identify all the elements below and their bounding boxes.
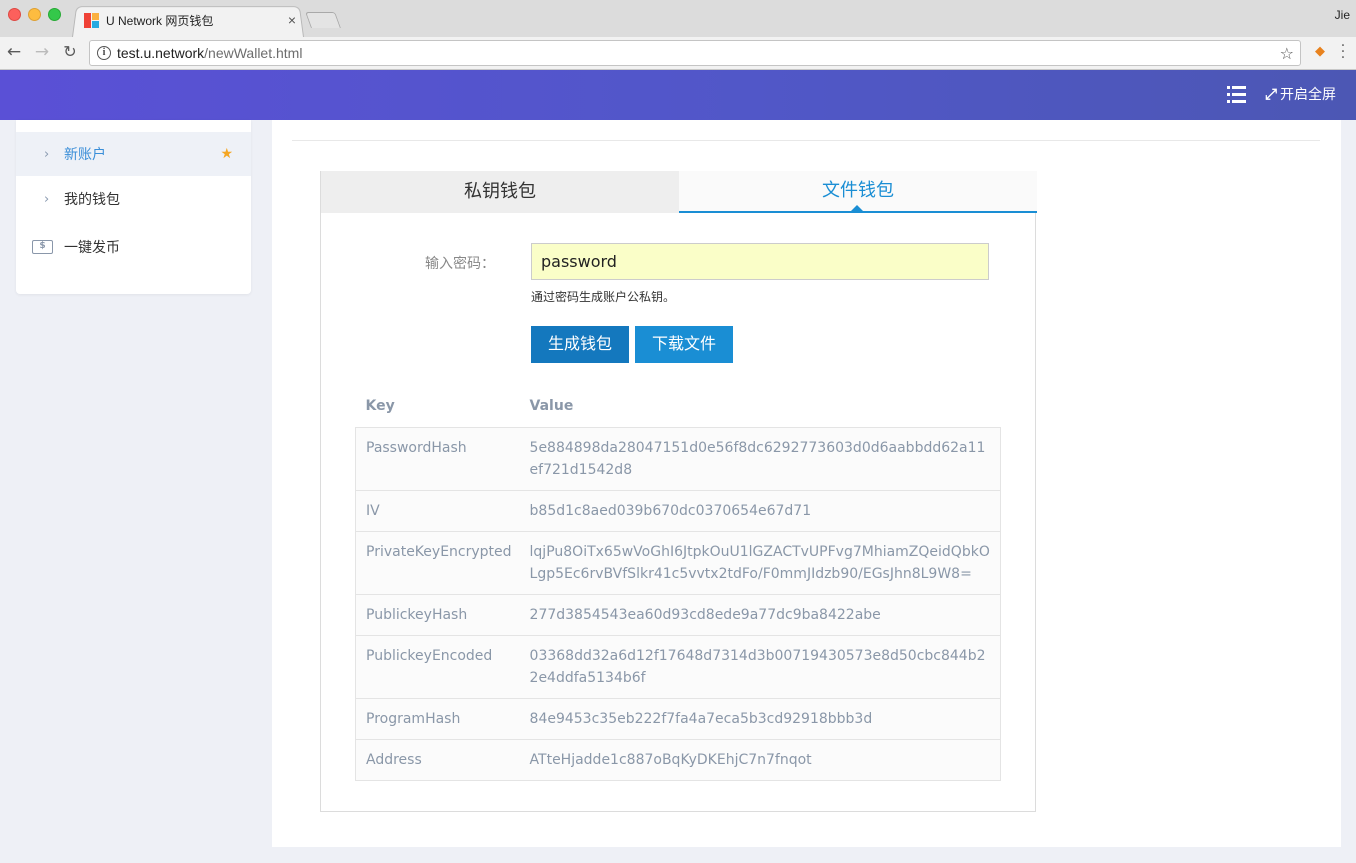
table-row: PublickeyHash 277d3854543ea60d93cd8ede9a… [354, 593, 1001, 636]
divider [292, 140, 1320, 141]
wallet-panel: 私钥钱包 文件钱包 输入密码： 通过密码生成账户公私钥。 生成钱包 下载文件 K… [320, 171, 1037, 812]
new-tab-button[interactable] [305, 12, 341, 28]
close-window-button[interactable] [8, 8, 21, 21]
reload-icon[interactable]: ↻ [59, 41, 81, 63]
column-header-value: Value [529, 397, 574, 414]
sidebar: › 新账户 ★ › 我的钱包 $ 一键发币 [16, 120, 251, 294]
sidebar-item-label: 新账户 [64, 147, 106, 163]
table-row: PasswordHash 5e884898da28047151d0e56f8dc… [354, 426, 1001, 491]
row-key: PublickeyHash [354, 593, 520, 636]
sidebar-item-label: 一键发币 [64, 240, 120, 256]
url-path: /newWallet.html [204, 45, 303, 61]
row-value: 277d3854543ea60d93cd8ede9a77dc9ba8422abe [519, 593, 1001, 636]
column-header-key: Key [365, 397, 395, 414]
browser-tab-content[interactable]: U Network 网页钱包 × [84, 9, 299, 31]
wallet-details-table: Key Value PasswordHash 5e884898da2804715… [354, 385, 1001, 781]
row-value: lqjPu8OiTx65wVoGhI6JtpkOuU1lGZACTvUPFvg7… [519, 530, 1001, 595]
metamask-extension-icon[interactable]: ◆ [1312, 44, 1328, 60]
row-key: PrivateKeyEncrypted [354, 530, 520, 595]
app-header: ⤢ 开启全屏 [0, 70, 1356, 120]
main-content: 私钥钱包 文件钱包 输入密码： 通过密码生成账户公私钥。 生成钱包 下载文件 K… [272, 120, 1341, 847]
tab-file-wallet[interactable]: 文件钱包 [679, 171, 1037, 213]
tab-title: U Network 网页钱包 [106, 13, 214, 28]
url-host: test.u.network [117, 45, 205, 61]
row-key: ProgramHash [354, 697, 520, 740]
sidebar-item-issue-token[interactable]: $ 一键发币 [16, 225, 251, 269]
site-favicon-icon [84, 12, 99, 28]
password-input[interactable] [531, 243, 989, 280]
generate-wallet-button[interactable]: 生成钱包 [531, 326, 629, 363]
row-key: PublickeyEncoded [354, 634, 520, 699]
row-value: 84e9453c35eb222f7fa4a7eca5b3cd92918bbb3d [519, 697, 1001, 740]
row-value: b85d1c8aed039b670dc0370654e67d71 [519, 489, 1001, 532]
row-value: ATteHjadde1c887oBqKyDKEhjC7n7fnqot [519, 738, 1001, 781]
password-hint: 通过密码生成账户公私钥。 [531, 290, 676, 304]
forward-arrow-icon[interactable]: → [31, 41, 53, 63]
minimize-window-button[interactable] [28, 8, 41, 21]
active-tab-caret-icon [851, 205, 863, 211]
sidebar-item-label: 我的钱包 [64, 192, 120, 208]
sidebar-item-my-wallet[interactable]: › 我的钱包 [16, 177, 251, 221]
star-icon: ★ [220, 146, 233, 162]
table-row: Address ATteHjadde1c887oBqKyDKEhjC7n7fnq… [354, 738, 1001, 781]
table-row: IV b85d1c8aed039b670dc0370654e67d71 [354, 489, 1001, 532]
tab-close-icon[interactable]: × [285, 12, 299, 28]
site-info-icon[interactable]: i [97, 46, 111, 60]
sidebar-item-new-account[interactable]: › 新账户 ★ [16, 132, 251, 176]
table-row: PublickeyEncoded 03368dd32a6d12f17648d73… [354, 634, 1001, 699]
row-key: Address [354, 738, 520, 781]
maximize-window-button[interactable] [48, 8, 61, 21]
url-text[interactable]: test.u.network/newWallet.html [117, 45, 1280, 61]
profile-name[interactable]: Jie [1335, 8, 1350, 22]
bookmark-star-icon[interactable]: ☆ [1280, 44, 1294, 63]
address-bar[interactable]: i test.u.network/newWallet.html ☆ [89, 40, 1301, 66]
row-value: 03368dd32a6d12f17648d7314d3b00719430573e… [519, 634, 1001, 699]
browser-tabstrip: U Network 网页钱包 × Jie [0, 0, 1356, 38]
fullscreen-button[interactable]: ⤢ 开启全屏 [1265, 84, 1336, 104]
row-value: 5e884898da28047151d0e56f8dc6292773603d0d… [519, 426, 1001, 491]
chevron-right-icon: › [44, 191, 50, 207]
back-arrow-icon[interactable]: ← [3, 41, 25, 63]
expand-icon: ⤢ [1265, 85, 1278, 103]
row-key: PasswordHash [354, 426, 520, 491]
money-icon: $ [32, 240, 53, 254]
row-key: IV [354, 489, 520, 532]
fullscreen-label: 开启全屏 [1280, 87, 1337, 103]
table-header-row: Key Value [356, 385, 1001, 427]
browser-toolbar: ← → ↻ i test.u.network/newWallet.html ☆ … [0, 37, 1356, 70]
password-label: 输入密码： [425, 256, 495, 272]
table-row: ProgramHash 84e9453c35eb222f7fa4a7eca5b3… [354, 697, 1001, 740]
browser-menu-icon[interactable]: · · · [1338, 39, 1348, 65]
table-row: PrivateKeyEncrypted lqjPu8OiTx65wVoGhI6J… [354, 530, 1001, 595]
tab-file-wallet-label: 文件钱包 [822, 180, 894, 201]
download-file-button[interactable]: 下载文件 [635, 326, 733, 363]
tab-private-key-wallet[interactable]: 私钥钱包 [321, 171, 679, 213]
list-icon[interactable] [1227, 86, 1246, 103]
chevron-right-icon: › [44, 146, 50, 162]
